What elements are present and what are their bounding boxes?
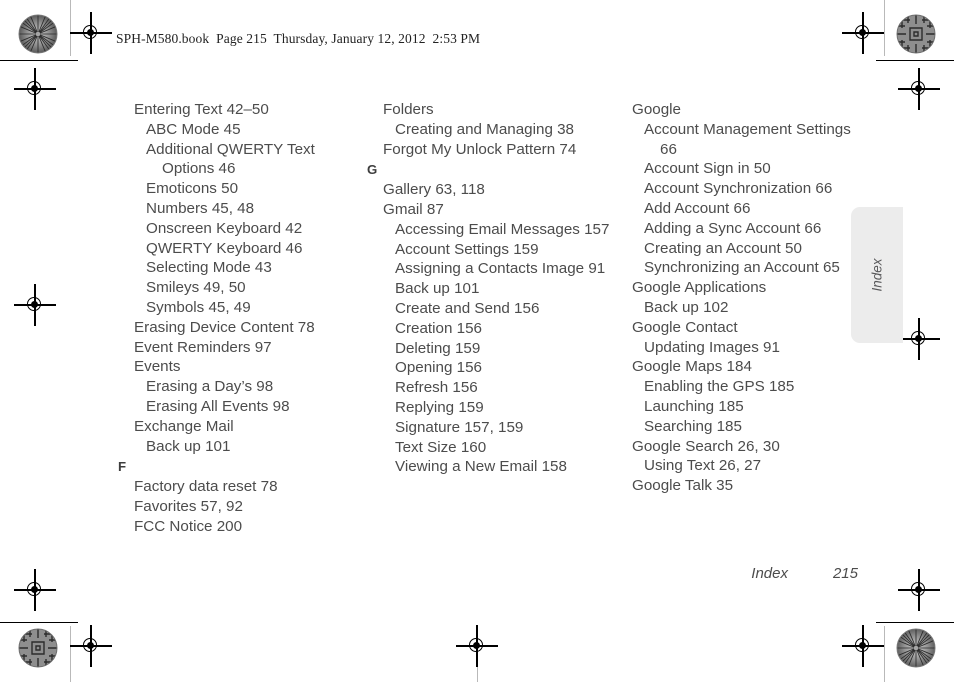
crop-line-top-right xyxy=(876,60,954,61)
index-entry: Folders xyxy=(383,101,434,118)
index-subentry: Symbols 45, 49 xyxy=(146,298,251,316)
index-subentry: Erasing All Events 98 xyxy=(146,397,290,415)
footer-page-number: 215 xyxy=(832,565,858,582)
page-footer: Index 215 xyxy=(600,565,858,582)
index-columns: Entering Text 42–50 ABC Mode 45 Additional… xyxy=(118,100,858,550)
registration-target-right-lower xyxy=(898,569,940,611)
index-column-1: Entering Text 42–50 ABC Mode 45 Additional… xyxy=(118,100,363,537)
crop-line-bottom-left xyxy=(0,622,78,623)
index-entry: Google Applications xyxy=(632,279,767,297)
printed-page: SPH-M580.book Page 215 Thursday, January… xyxy=(0,0,954,682)
index-entry: Exchange Mail xyxy=(134,417,234,435)
index-subentry: Using Text 26, 27 xyxy=(644,457,762,475)
index-entry: Google Search 26, 30 xyxy=(632,437,780,455)
index-subentry: Back up 101 xyxy=(395,280,480,298)
registration-target-left-upper xyxy=(14,68,56,110)
index-entry: FCC Notice 200 xyxy=(134,517,243,535)
index-subentry: Selecting Mode 43 xyxy=(146,259,272,277)
index-entry: Entering Text 42–50 xyxy=(134,101,269,118)
index-subentry: Emoticons 50 xyxy=(146,180,239,198)
index-subentry: Create and Send 156 xyxy=(395,299,540,317)
index-subentry: Creating an Account 50 xyxy=(644,239,802,257)
index-subentry: Deleting 159 xyxy=(395,339,481,357)
guide-line-right xyxy=(884,0,885,56)
index-subentry: Account Management Settings 66 xyxy=(644,120,856,158)
index-entry: Erasing Device Content 78 xyxy=(134,318,315,336)
print-slug-line: SPH-M580.book Page 215 Thursday, January… xyxy=(116,31,481,46)
index-subentry: Account Synchronization 66 xyxy=(644,180,833,198)
index-subentry: Onscreen Keyboard 42 xyxy=(146,219,303,237)
index-subentry: Additional QWERTY Text Options 46 xyxy=(146,140,320,178)
index-subentry: Account Sign in 50 xyxy=(644,160,771,178)
index-entry: Factory data reset 78 xyxy=(134,478,278,496)
index-subentry: Accessing Email Messages 157 xyxy=(395,220,610,238)
index-entry: Google Contact xyxy=(632,318,738,336)
index-column-3: Google Account Management Settings 66 Acco… xyxy=(616,100,861,496)
registration-target-right-middle xyxy=(898,318,940,360)
registration-target-top-left xyxy=(70,12,112,54)
index-column-2: Folders Creating and Managing 38 Forgot My… xyxy=(367,100,612,477)
index-entry: Google Maps 184 xyxy=(632,358,752,376)
index-subentry: Smileys 49, 50 xyxy=(146,279,246,297)
crop-line-top-left xyxy=(0,60,78,61)
index-section-letter: F xyxy=(118,459,127,475)
registration-target-right-upper xyxy=(898,68,940,110)
index-subentry: Launching 185 xyxy=(644,397,744,415)
rosette-starburst-bottom-right xyxy=(896,628,936,668)
index-subentry: Synchronizing an Account 65 xyxy=(644,259,840,277)
registration-target-bottom-left xyxy=(70,625,112,667)
index-subentry: Viewing a New Email 158 xyxy=(395,458,567,476)
side-tab-label: Index xyxy=(869,258,885,292)
footer-section-label: Index xyxy=(751,565,788,582)
index-entry: Events xyxy=(134,358,181,376)
index-entry: Google xyxy=(632,101,681,118)
index-entry: Favorites 57, 92 xyxy=(134,497,243,515)
index-subentry: Searching 185 xyxy=(644,417,742,435)
index-subentry: Replying 159 xyxy=(395,398,484,416)
guide-line-right-bottom xyxy=(884,626,885,682)
index-subentry: Creating and Managing 38 xyxy=(395,120,575,138)
index-subentry: Enabling the GPS 185 xyxy=(644,378,795,396)
registration-target-left-middle xyxy=(14,284,56,326)
index-subentry: Account Settings 159 xyxy=(395,240,539,258)
index-subentry: Creation 156 xyxy=(395,319,482,337)
index-entry: Google Talk 35 xyxy=(632,477,734,495)
index-subentry: Updating Images 91 xyxy=(644,338,780,356)
index-subentry: Add Account 66 xyxy=(644,199,751,217)
index-subentry: Back up 101 xyxy=(146,437,231,455)
index-section-letter: G xyxy=(367,162,378,178)
index-subentry: Back up 102 xyxy=(644,298,729,316)
index-subentry: Refresh 156 xyxy=(395,379,478,397)
index-subentry: Opening 156 xyxy=(395,359,482,377)
index-subentry: QWERTY Keyboard 46 xyxy=(146,239,303,257)
index-entry: Event Reminders 97 xyxy=(134,338,272,356)
index-subentry: Adding a Sync Account 66 xyxy=(644,219,822,237)
index-entry: Gallery 63, 118 xyxy=(383,181,485,199)
index-subentry: Erasing a Day’s 98 xyxy=(146,378,274,396)
index-subentry: Assigning a Contacts Image 91 xyxy=(395,260,606,278)
registration-target-top-right xyxy=(842,12,884,54)
index-subentry: Text Size 160 xyxy=(395,438,487,456)
index-subentry: Numbers 45, 48 xyxy=(146,199,255,217)
index-subentry: Signature 157, 159 xyxy=(395,418,524,436)
rosette-starburst-top-left xyxy=(18,14,58,54)
guide-line-left-bottom xyxy=(70,626,71,682)
rosette-maze-top-right xyxy=(896,14,936,54)
registration-target-bottom-right xyxy=(842,625,884,667)
crop-line-bottom-right xyxy=(876,622,954,623)
guide-line-left xyxy=(70,0,71,56)
index-entry: Gmail 87 xyxy=(383,200,444,218)
rosette-maze-bottom-left xyxy=(18,628,58,668)
registration-target-bottom-center xyxy=(456,625,498,667)
index-entry: Forgot My Unlock Pattern 74 xyxy=(383,140,577,158)
index-subentry: ABC Mode 45 xyxy=(146,120,241,138)
registration-target-left-lower xyxy=(14,569,56,611)
side-thumb-tab: Index xyxy=(851,207,903,343)
